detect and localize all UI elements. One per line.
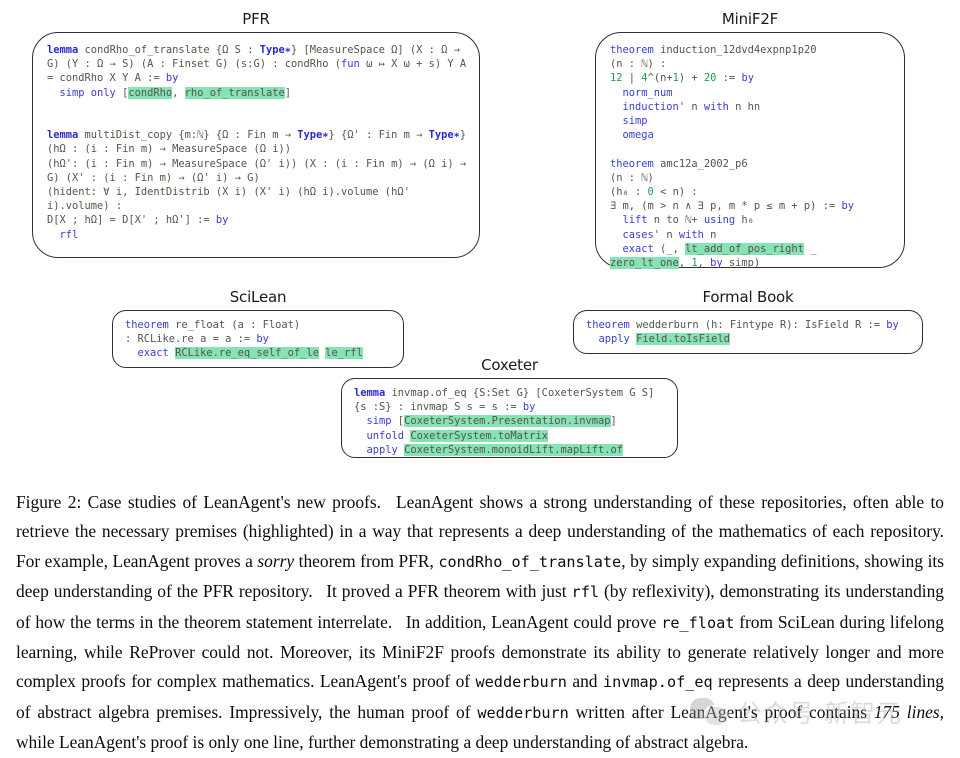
figure-caption: Figure 2: Case studies of LeanAgent's ne… (16, 492, 945, 753)
code-formal-book: theorem wedderburn (h: Fintype R): IsFie… (586, 319, 899, 346)
code-box-coxeter: lemma invmap.of_eq {S:Set G} [CoxeterSys… (341, 378, 678, 458)
figure-image: PFR lemma condRho_of_translate {Ω S : Ty… (0, 0, 960, 480)
code-box-minif2f: theorem induction_12dvd4expnp1p20 (n : ℕ… (595, 32, 905, 270)
code-box-formal-book: theorem wedderburn (h: Fintype R): IsFie… (573, 310, 923, 354)
panel-pfr: PFR lemma condRho_of_translate {Ω S : Ty… (32, 10, 480, 258)
panel-title-scilean: SciLean (229, 288, 287, 306)
panel-title-coxeter: Coxeter (481, 356, 538, 374)
panel-title-minif2f: MiniF2F (721, 10, 779, 28)
code-minif2f: theorem induction_12dvd4expnp1p20 (n : ℕ… (610, 44, 854, 270)
panel-formal-book: Formal Book theorem wedderburn (h: Finty… (573, 288, 923, 354)
code-box-pfr: lemma condRho_of_translate {Ω S : Type∗}… (32, 32, 480, 258)
panel-title-formal-book: Formal Book (702, 288, 794, 306)
code-pfr: lemma condRho_of_translate {Ω S : Type∗}… (47, 44, 473, 241)
panel-coxeter: Coxeter lemma invmap.of_eq {S:Set G} [Co… (341, 356, 678, 458)
code-coxeter: lemma invmap.of_eq {S:Set G} [CoxeterSys… (354, 387, 661, 456)
code-scilean: theorem re_float (a : Float) : RCLike.re… (125, 319, 363, 360)
panel-title-pfr: PFR (242, 10, 270, 28)
panel-minif2f: MiniF2F theorem induction_12dvd4expnp1p2… (595, 10, 905, 270)
